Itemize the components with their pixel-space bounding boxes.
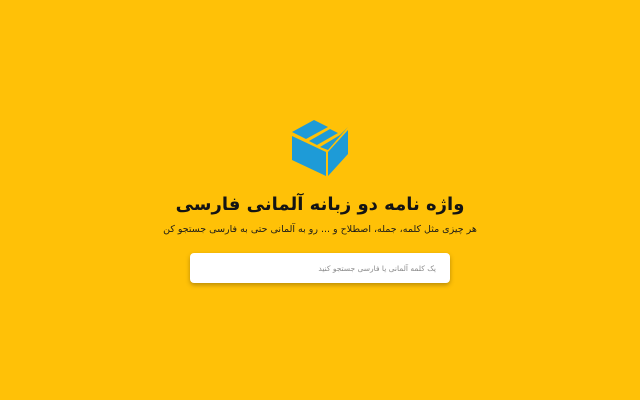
search-input[interactable] xyxy=(190,253,450,283)
page-subtitle: هر چیزی مثل کلمه، جمله، اصطلاح و ... رو … xyxy=(163,224,477,235)
box-logo-icon xyxy=(290,114,350,178)
search-box[interactable] xyxy=(190,253,450,283)
home-page: واژه نامه دو زبانه آلمانی فارسی هر چیزی … xyxy=(0,0,640,400)
page-title: واژه نامه دو زبانه آلمانی فارسی xyxy=(175,194,465,215)
